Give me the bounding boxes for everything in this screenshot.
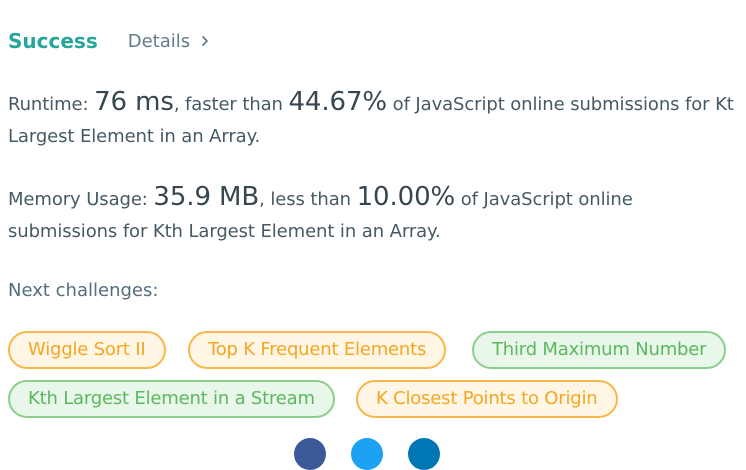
memory-value: 35.9 MB	[153, 182, 260, 212]
runtime-label: Runtime:	[8, 94, 95, 115]
challenge-chip-label: K Closest Points to Origin	[376, 388, 598, 409]
chevron-right-icon	[202, 36, 209, 46]
runtime-percent: 44.67%	[288, 87, 388, 117]
challenge-chip-wiggle-sort-ii[interactable]: Wiggle Sort II	[8, 331, 166, 369]
next-challenges-label: Next challenges:	[8, 280, 159, 301]
challenge-chip-label: Kth Largest Element in a Stream	[28, 388, 315, 409]
memory-stat: Memory Usage: 35.9 MB, less than 10.00% …	[8, 181, 746, 248]
linkedin-icon[interactable]	[408, 438, 440, 470]
details-label: Details	[127, 30, 191, 52]
runtime-line-1: Runtime: 76 ms, faster than 44.67% of Ja…	[8, 86, 746, 121]
runtime-value: 76 ms	[94, 87, 174, 117]
status-label: Success	[8, 29, 98, 53]
memory-comparison: , less than	[259, 189, 357, 210]
challenge-chip-top-k-frequent-elements[interactable]: Top K Frequent Elements	[188, 331, 447, 369]
memory-line-1: Memory Usage: 35.9 MB, less than 10.00% …	[8, 181, 746, 216]
challenge-chip-label: Wiggle Sort II	[28, 339, 146, 360]
runtime-line-2: Largest Element in an Array.	[8, 126, 261, 147]
runtime-stat: Runtime: 76 ms, faster than 44.67% of Ja…	[8, 86, 746, 153]
memory-line-2: submissions for Kth Largest Element in a…	[8, 221, 441, 242]
details-link[interactable]: Details	[128, 31, 210, 52]
facebook-icon[interactable]	[294, 438, 326, 470]
challenge-chip-label: Third Maximum Number	[492, 339, 707, 360]
memory-label: Memory Usage:	[8, 189, 154, 210]
challenge-chip-kth-largest-element-in-a-stream[interactable]: Kth Largest Element in a Stream	[8, 380, 335, 418]
runtime-comparison: , faster than	[173, 94, 289, 115]
challenge-chip-k-closest-points-to-origin[interactable]: K Closest Points to Origin	[356, 380, 618, 418]
memory-percent: 10.00%	[356, 182, 456, 212]
runtime-suffix: of JavaScript online submissions for Kt	[387, 94, 734, 115]
result-header: Success Details	[8, 26, 210, 56]
twitter-icon[interactable]	[351, 438, 383, 470]
challenge-chip-third-maximum-number[interactable]: Third Maximum Number	[472, 331, 727, 369]
memory-suffix: of JavaScript online	[455, 189, 633, 210]
challenge-chip-label: Top K Frequent Elements	[208, 339, 427, 360]
